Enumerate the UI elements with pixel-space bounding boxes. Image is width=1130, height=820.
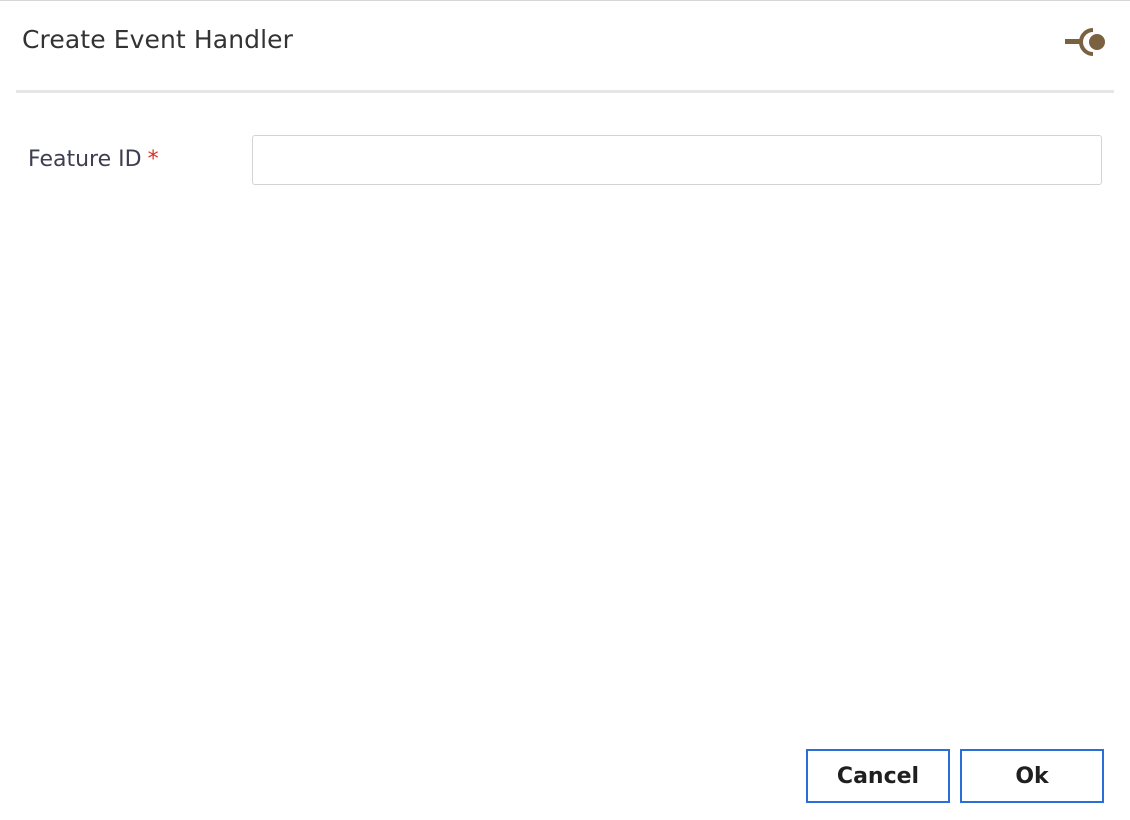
pin-icon[interactable] bbox=[1064, 27, 1108, 57]
feature-id-label: Feature ID * bbox=[28, 147, 159, 172]
feature-id-label-text: Feature ID bbox=[28, 147, 142, 172]
feature-id-input[interactable] bbox=[252, 135, 1102, 185]
cancel-button[interactable]: Cancel bbox=[806, 749, 950, 803]
dialog-title: Create Event Handler bbox=[22, 25, 294, 54]
ok-button[interactable]: Ok bbox=[960, 749, 1104, 803]
dialog-header: Create Event Handler bbox=[16, 1, 1114, 93]
create-event-handler-dialog: Create Event Handler Feature ID * Cancel … bbox=[0, 0, 1130, 820]
required-marker: * bbox=[147, 147, 159, 172]
